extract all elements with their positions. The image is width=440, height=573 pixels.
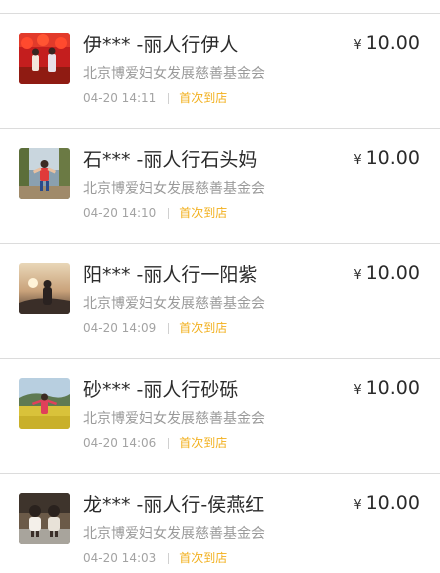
donation-amount: ¥ 10.00 [353, 32, 420, 54]
currency-symbol: ¥ [353, 498, 362, 513]
donor-name: 砂*** -丽人行砂砾 [83, 379, 239, 401]
list-item[interactable]: 阳*** -丽人行一阳紫 北京博爱妇女发展慈善基金会 04-20 14:09 首… [0, 244, 440, 344]
timestamp: 04-20 14:11 [83, 91, 157, 105]
photo-red-lanterns-icon [19, 33, 70, 84]
amount-value: 10.00 [365, 492, 420, 514]
list-item[interactable]: 龙*** -丽人行-侯燕红 北京博爱妇女发展慈善基金会 04-20 14:03 … [0, 474, 440, 573]
amount-value: 10.00 [365, 147, 420, 169]
list-item[interactable]: 砂*** -丽人行砂砾 北京博爱妇女发展慈善基金会 04-20 14:06 首次… [0, 359, 440, 459]
organization-name: 北京博爱妇女发展慈善基金会 [83, 411, 265, 427]
organization-name: 北京博爱妇女发展慈善基金会 [83, 66, 265, 82]
item-meta: 04-20 14:10 首次到店 [83, 205, 227, 221]
donation-amount: ¥ 10.00 [353, 262, 420, 284]
currency-symbol: ¥ [353, 153, 362, 168]
separator [168, 322, 170, 334]
item-meta: 04-20 14:11 首次到店 [83, 90, 227, 106]
donation-amount: ¥ 10.00 [353, 377, 420, 399]
photo-two-children-icon [19, 493, 70, 544]
item-meta: 04-20 14:03 首次到店 [83, 550, 227, 566]
donor-name: 伊*** -丽人行伊人 [83, 34, 239, 56]
timestamp: 04-20 14:09 [83, 321, 157, 335]
amount-value: 10.00 [365, 377, 420, 399]
separator [168, 92, 170, 104]
item-meta: 04-20 14:09 首次到店 [83, 320, 227, 336]
amount-value: 10.00 [365, 262, 420, 284]
organization-name: 北京博爱妇女发展慈善基金会 [83, 296, 265, 312]
separator [168, 207, 170, 219]
donor-name: 石*** -丽人行石头妈 [83, 149, 258, 171]
status-tag: 首次到店 [179, 91, 228, 105]
donor-name: 阳*** -丽人行一阳紫 [83, 264, 258, 286]
photo-child-outdoor-icon [19, 148, 70, 199]
donation-amount: ¥ 10.00 [353, 147, 420, 169]
organization-name: 北京博爱妇女发展慈善基金会 [83, 526, 265, 542]
donor-name: 龙*** -丽人行-侯燕红 [83, 494, 265, 516]
currency-symbol: ¥ [353, 383, 362, 398]
photo-flower-field-icon [19, 378, 70, 429]
status-tag: 首次到店 [179, 551, 228, 565]
timestamp: 04-20 14:06 [83, 436, 157, 450]
timestamp: 04-20 14:10 [83, 206, 157, 220]
donation-amount: ¥ 10.00 [353, 492, 420, 514]
organization-name: 北京博爱妇女发展慈善基金会 [83, 181, 265, 197]
currency-symbol: ¥ [353, 268, 362, 283]
amount-value: 10.00 [365, 32, 420, 54]
status-tag: 首次到店 [179, 206, 228, 220]
donation-list: 伊*** -丽人行伊人 北京博爱妇女发展慈善基金会 04-20 14:11 首次… [0, 0, 440, 573]
timestamp: 04-20 14:03 [83, 551, 157, 565]
currency-symbol: ¥ [353, 38, 362, 53]
item-meta: 04-20 14:06 首次到店 [83, 435, 227, 451]
list-item[interactable]: 石*** -丽人行石头妈 北京博爱妇女发展慈善基金会 04-20 14:10 首… [0, 129, 440, 229]
photo-sunset-person-icon [19, 263, 70, 314]
list-item[interactable]: 伊*** -丽人行伊人 北京博爱妇女发展慈善基金会 04-20 14:11 首次… [0, 14, 440, 114]
separator [168, 437, 170, 449]
separator [168, 552, 170, 564]
status-tag: 首次到店 [179, 436, 228, 450]
status-tag: 首次到店 [179, 321, 228, 335]
